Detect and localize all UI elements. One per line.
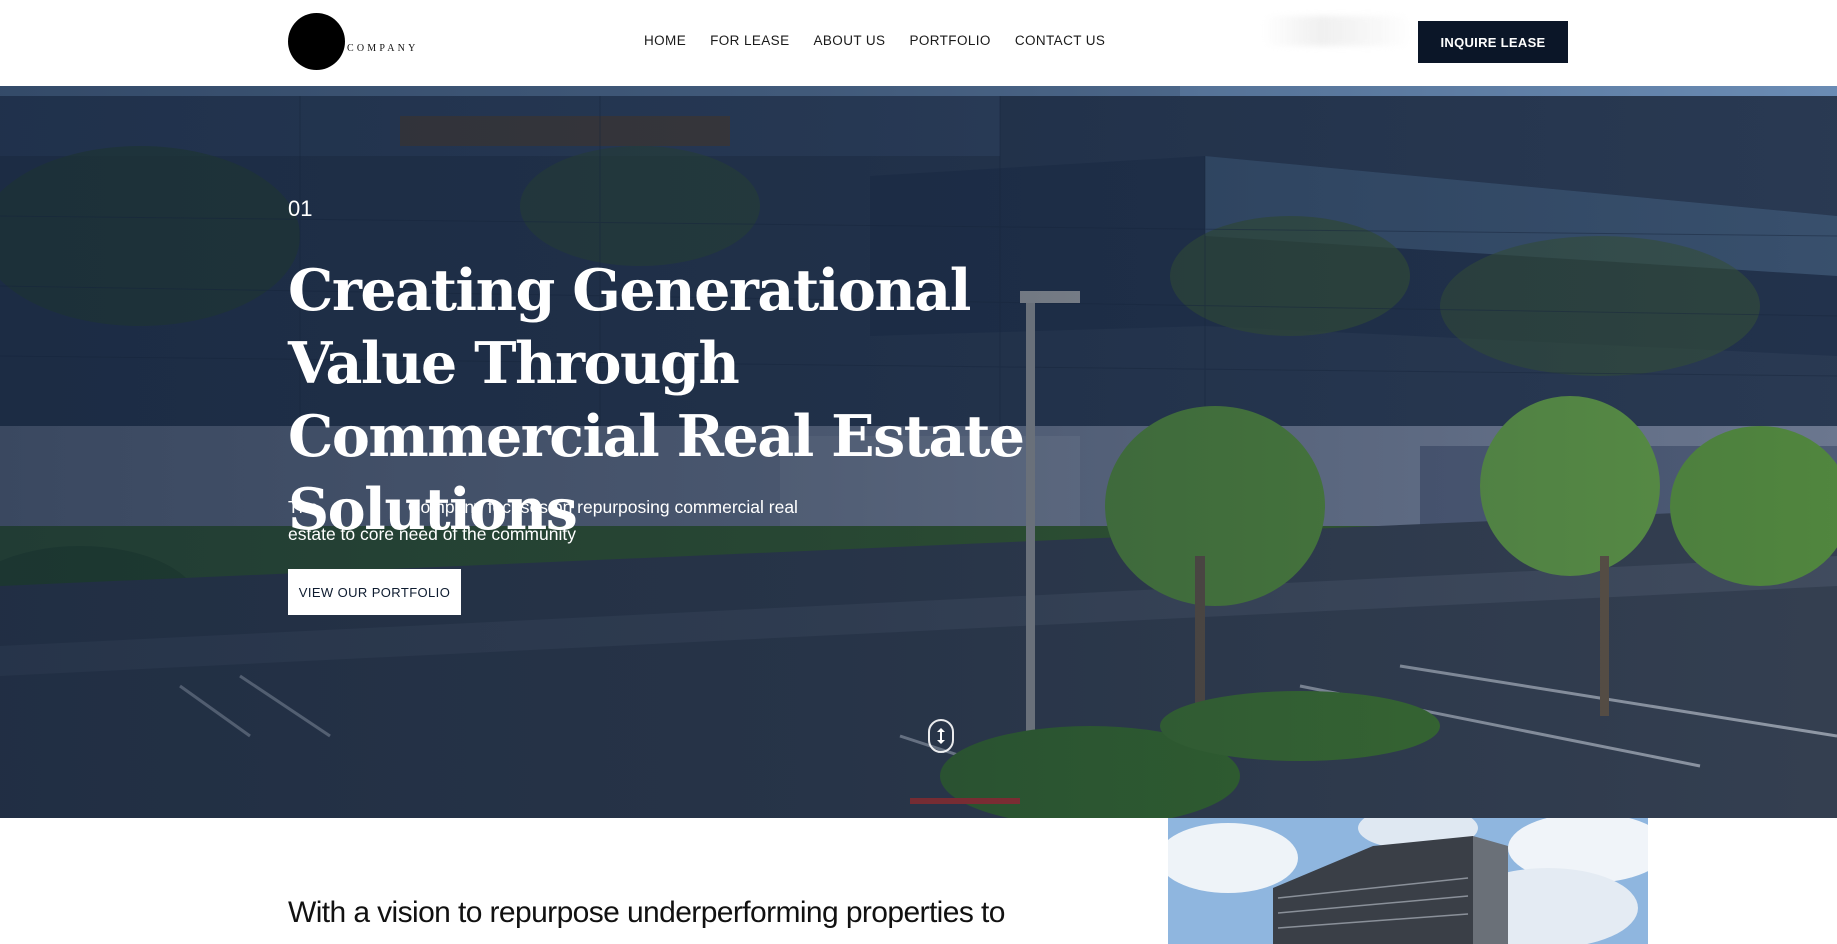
logo-text: COMPANY xyxy=(347,43,419,54)
building-photo xyxy=(1168,818,1648,944)
slide-number: 01 xyxy=(288,196,313,221)
scroll-arrow-icon xyxy=(937,728,945,744)
hero-subtitle-start: The xyxy=(288,497,319,517)
main-nav: HOME FOR LEASE ABOUT US PORTFOLIO CONTAC… xyxy=(644,33,1129,48)
hero-subtitle-rest: Company focuses on repurposing commercia… xyxy=(288,497,798,544)
nav-item-about-us[interactable]: ABOUT US xyxy=(813,33,885,48)
nav-item-contact-us[interactable]: CONTACT US xyxy=(1015,33,1106,48)
view-portfolio-button[interactable]: VIEW OUR PORTFOLIO xyxy=(288,569,461,615)
scroll-indicator-icon[interactable] xyxy=(928,719,954,753)
building-photo-graphic xyxy=(1168,818,1648,944)
logo-mark-icon xyxy=(288,13,345,70)
hero-subtitle: The Company focuses on repurposing comme… xyxy=(288,494,848,548)
site-header: COMPANY HOME FOR LEASE ABOUT US PORTFOLI… xyxy=(0,0,1837,86)
company-logo[interactable]: COMPANY xyxy=(288,13,419,70)
nav-item-for-lease[interactable]: FOR LEASE xyxy=(710,33,789,48)
vision-statement: With a vision to repurpose underperformi… xyxy=(288,896,1005,929)
faded-header-element xyxy=(1262,16,1412,46)
nav-item-portfolio[interactable]: PORTFOLIO xyxy=(909,33,990,48)
nav-item-home[interactable]: HOME xyxy=(644,33,686,48)
inquire-lease-button[interactable]: INQUIRE LEASE xyxy=(1418,21,1568,63)
hero-section: 01 Creating Generational Value Through C… xyxy=(0,86,1837,818)
